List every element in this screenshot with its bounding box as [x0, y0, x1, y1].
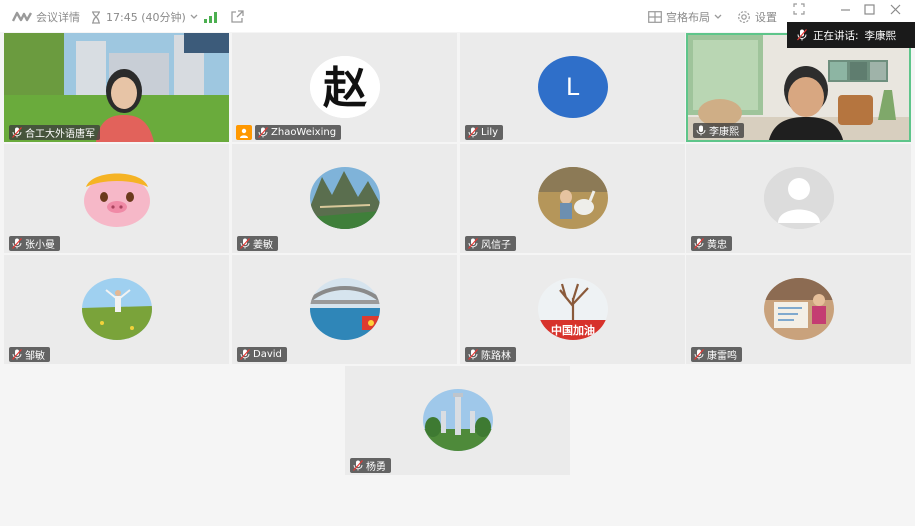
microphone-muted-icon — [468, 349, 478, 360]
microphone-muted-icon — [468, 238, 478, 249]
participant-avatar: 中国加油 — [537, 278, 608, 340]
participant-name-tag: 陈路林 — [465, 347, 516, 362]
participant-name-tag: 康雷鸣 — [691, 347, 742, 362]
participant-tile[interactable]: L Lily — [460, 33, 685, 142]
participant-tile[interactable]: 邹敏 — [4, 255, 229, 364]
microphone-muted-icon — [694, 238, 704, 249]
participant-avatar — [309, 167, 380, 229]
person-icon — [239, 123, 249, 142]
participant-name-tag: 李康熙 — [693, 123, 744, 138]
participant-name-tag: ZhaoWeixing — [255, 125, 342, 140]
meeting-details-button[interactable]: 会议详情 — [12, 0, 80, 34]
layout-button[interactable]: 宫格布局 — [648, 0, 722, 34]
participant-name: 风信子 — [481, 240, 511, 251]
microphone-muted-icon — [240, 349, 250, 360]
participant-tile[interactable]: 张小曼 — [4, 144, 229, 253]
participant-tile[interactable]: 黄忠 — [686, 144, 911, 253]
participant-name: 邹敏 — [25, 351, 45, 362]
close-icon — [890, 4, 901, 15]
participant-name: 杨勇 — [366, 462, 386, 473]
layout-label: 宫格布局 — [666, 11, 710, 24]
signal-strength-icon — [204, 11, 217, 23]
participant-avatar — [81, 167, 152, 229]
participant-name-tag: 黄忠 — [691, 236, 732, 251]
meeting-details-label: 会议详情 — [36, 11, 80, 24]
avatar-banner-text: 中国加油 — [551, 323, 595, 337]
participant-avatar — [422, 389, 493, 451]
microphone-icon — [797, 29, 807, 41]
video-grid: 合工大外语唐军 赵 ZhaoWeixing L Lily 李康熙 张小曼 姜敏 … — [0, 32, 915, 526]
maximize-icon — [864, 3, 875, 15]
avatar-letter: L — [565, 73, 580, 101]
participant-tile[interactable]: 合工大外语唐军 — [4, 33, 229, 142]
participant-tile[interactable]: 杨勇 — [345, 366, 570, 475]
participant-name: David — [253, 349, 282, 360]
participant-avatar: L — [537, 56, 608, 118]
microphone-muted-icon — [258, 127, 268, 138]
participant-tile-active-speaker[interactable]: 李康熙 — [686, 33, 911, 142]
toolbar: 会议详情 17:45 (40分钟) 宫格布局 设置 — [0, 0, 915, 34]
participant-avatar: 赵 — [309, 56, 380, 118]
participant-avatar — [309, 278, 380, 340]
participant-avatar — [763, 278, 834, 340]
logo-icon — [12, 11, 32, 23]
participant-tile[interactable]: 中国加油 陈路林 — [460, 255, 685, 364]
participant-name: 李康熙 — [709, 127, 739, 138]
settings-label: 设置 — [755, 11, 777, 24]
microphone-muted-icon — [353, 460, 363, 471]
participant-name-tag: 风信子 — [465, 236, 516, 251]
participant-name-tag: 姜敏 — [237, 236, 278, 251]
participant-avatar — [81, 278, 152, 340]
participant-name-tag: Lily — [465, 125, 504, 140]
participant-name-tag: 邹敏 — [9, 347, 50, 362]
meeting-time-button[interactable]: 17:45 (40分钟) — [90, 0, 198, 34]
participant-name-tag: 张小曼 — [9, 236, 60, 251]
participant-name: 陈路林 — [481, 351, 511, 362]
fullscreen-icon — [793, 3, 805, 15]
chevron-down-icon — [190, 14, 198, 20]
participant-tile[interactable]: 姜敏 — [232, 144, 457, 253]
settings-button[interactable]: 设置 — [737, 0, 777, 34]
signal-button[interactable] — [204, 0, 217, 34]
participant-name-tag: 合工大外语唐军 — [9, 125, 100, 140]
participant-name: Lily — [481, 127, 499, 138]
host-badge — [236, 125, 252, 140]
gear-icon — [737, 10, 751, 24]
microphone-muted-icon — [12, 238, 22, 249]
microphone-muted-icon — [12, 349, 22, 360]
chevron-down-icon — [714, 14, 722, 20]
participant-name-tag: David — [237, 347, 287, 362]
participant-tile[interactable]: David — [232, 255, 457, 364]
minimize-icon — [840, 4, 851, 15]
microphone-active-icon — [696, 125, 706, 136]
microphone-muted-icon — [468, 127, 478, 138]
speaking-indicator: 正在讲话: 李康熙 — [787, 22, 915, 48]
avatar-calligraphy-text: 赵 — [323, 63, 367, 114]
speaking-name: 李康熙 — [864, 29, 897, 42]
microphone-muted-icon — [240, 238, 250, 249]
share-button[interactable] — [230, 0, 244, 34]
participant-avatar — [763, 167, 834, 229]
participant-name: 黄忠 — [707, 240, 727, 251]
microphone-muted-icon — [12, 127, 22, 138]
grid-layout-icon — [648, 11, 662, 23]
speaking-label: 正在讲话: — [813, 29, 859, 42]
participant-tile[interactable]: 康雷鸣 — [686, 255, 911, 364]
participant-avatar — [537, 167, 608, 229]
hourglass-icon — [90, 10, 102, 24]
participant-name: 康雷鸣 — [707, 351, 737, 362]
participant-name: 合工大外语唐军 — [25, 129, 95, 140]
microphone-muted-icon — [694, 349, 704, 360]
meeting-time: 17:45 (40分钟) — [106, 11, 186, 24]
participant-tile[interactable]: 风信子 — [460, 144, 685, 253]
external-share-icon — [230, 10, 244, 24]
participant-tile[interactable]: 赵 ZhaoWeixing — [232, 33, 457, 142]
participant-name: ZhaoWeixing — [271, 127, 337, 138]
participant-name-tag: 杨勇 — [350, 458, 391, 473]
participant-name: 姜敏 — [253, 240, 273, 251]
participant-name: 张小曼 — [25, 240, 55, 251]
